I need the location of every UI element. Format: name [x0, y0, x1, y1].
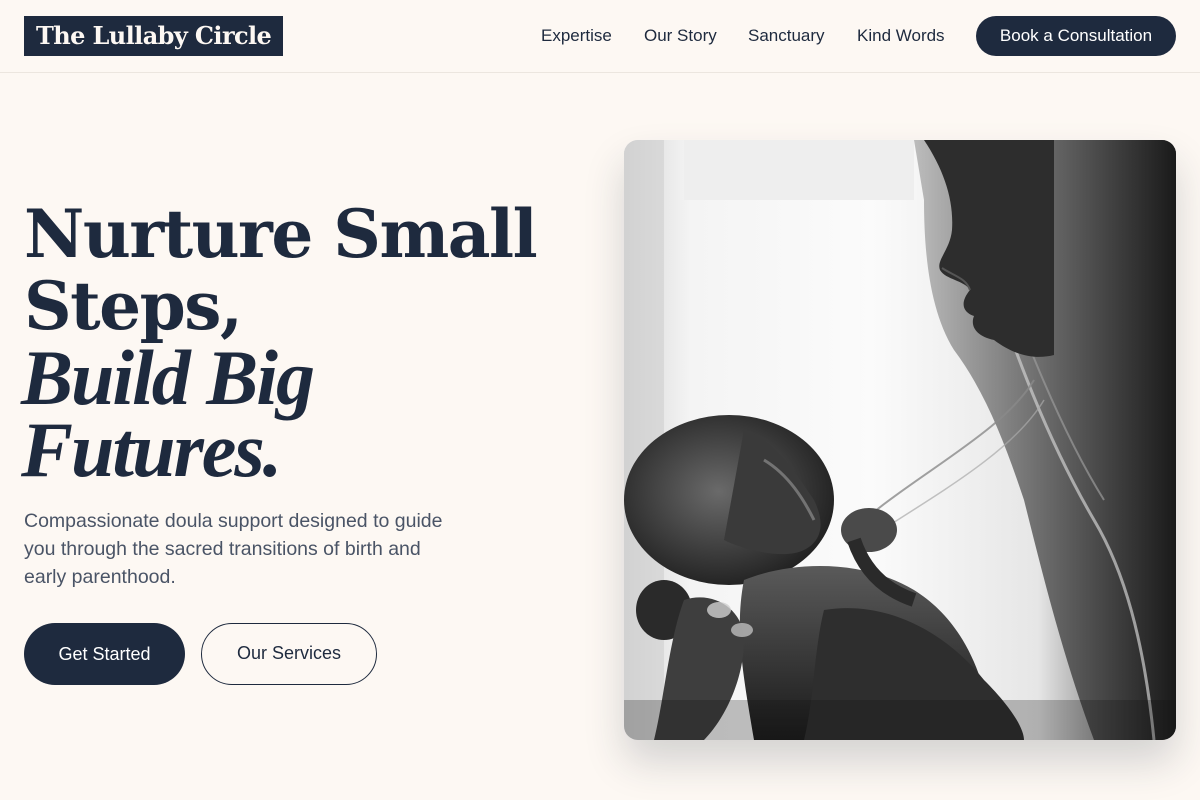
nav-link-our-story[interactable]: Our Story: [644, 24, 717, 48]
hero-headline: Nurture Small Steps, Build Big Futures.: [21, 195, 584, 493]
our-services-button[interactable]: Our Services: [201, 623, 377, 685]
headline-italic-line: Futures.: [21, 406, 282, 493]
nav-link-kind-words[interactable]: Kind Words: [857, 24, 945, 48]
nav-link-sanctuary[interactable]: Sanctuary: [748, 24, 825, 48]
headline-line: Nurture Small: [24, 195, 538, 273]
headline-line: Steps,: [24, 267, 243, 345]
mother-and-newborn-photo: [624, 140, 1176, 740]
landing-page: The Lullaby Circle Expertise Our Story S…: [0, 0, 1200, 800]
book-consultation-button[interactable]: Book a Consultation: [976, 16, 1176, 56]
headline-italic-line: Build Big: [21, 334, 315, 421]
hero-subtext: Compassionate doula support designed to …: [24, 510, 443, 588]
hero-photo: [624, 140, 1176, 740]
get-started-button[interactable]: Get Started: [24, 623, 185, 685]
site-header: The Lullaby Circle Expertise Our Story S…: [0, 0, 1200, 73]
nav-link-expertise[interactable]: Expertise: [541, 24, 612, 48]
